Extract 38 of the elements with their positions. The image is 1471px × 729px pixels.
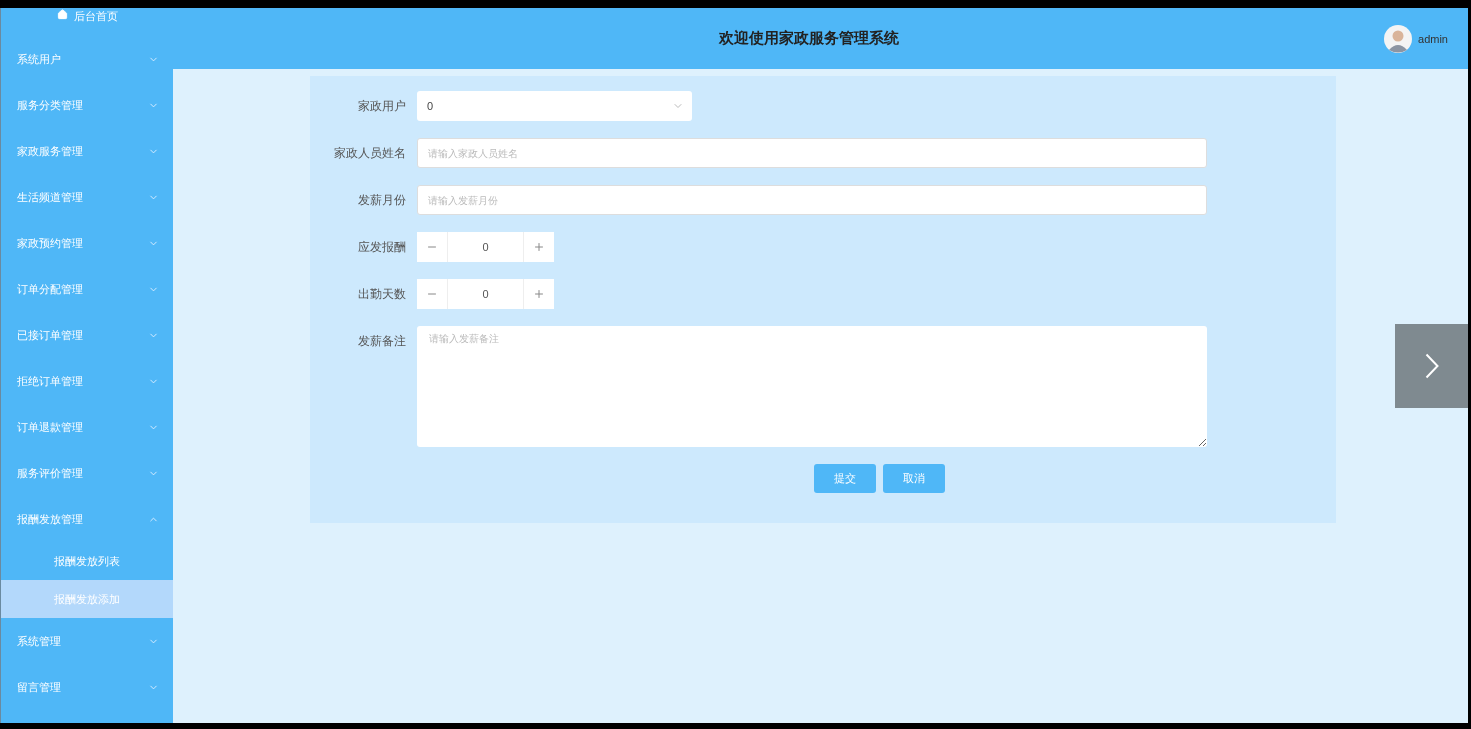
submit-button[interactable]: 提交 <box>814 464 876 493</box>
menu-item[interactable]: 报酬发放管理 <box>1 496 173 542</box>
menu-item[interactable]: 订单退款管理 <box>1 404 173 450</box>
menu-item[interactable]: 拒绝订单管理 <box>1 358 173 404</box>
plus-icon <box>533 288 545 300</box>
menu-item[interactable]: 家政服务管理 <box>1 128 173 174</box>
menu-item[interactable]: 服务评价管理 <box>1 450 173 496</box>
menu-item[interactable]: 系统用户 <box>1 36 173 82</box>
menu-item[interactable]: 系统管理 <box>1 618 173 664</box>
remarks-field[interactable]: 请输入发薪备注 <box>417 326 1207 447</box>
menu-item[interactable]: 订单分配管理 <box>1 266 173 312</box>
menu-item[interactable]: 生活频道管理 <box>1 174 173 220</box>
cancel-button[interactable]: 取消 <box>883 464 945 493</box>
page-title: 欢迎使用家政服务管理系统 <box>717 29 900 48</box>
plus-icon <box>533 241 545 253</box>
menu-item[interactable]: 已接订单管理 <box>1 312 173 358</box>
home-link[interactable]: 后台首页 <box>1 8 173 36</box>
menu-item[interactable]: 留言管理 <box>1 664 173 710</box>
menu-item[interactable]: 家政预约管理 <box>1 220 173 266</box>
field-label: 家政用户 <box>357 98 407 115</box>
field-label: 应发报酬 <box>357 239 407 256</box>
field-label: 家政人员姓名 <box>333 145 407 162</box>
user-name: admin <box>1418 32 1448 45</box>
number-stepper[interactable]: 0 <box>417 279 554 309</box>
next-button[interactable] <box>1395 324 1468 408</box>
menu-item[interactable]: 服务分类管理 <box>1 82 173 128</box>
chevron-right-icon <box>1424 353 1439 379</box>
field-label: 出勤天数 <box>357 286 407 303</box>
home-icon <box>56 9 68 20</box>
text-field[interactable]: 请输入家政人员姓名 <box>417 138 1207 168</box>
field-label: 发薪备注 <box>357 333 407 350</box>
submenu-item[interactable]: 报酬发放列表 <box>1 542 173 580</box>
field-label: 发薪月份 <box>357 192 407 209</box>
avatar-icon <box>1384 24 1413 53</box>
text-field[interactable]: 请输入发薪月份 <box>417 185 1207 215</box>
number-stepper[interactable]: 0 <box>417 232 554 262</box>
submenu-item[interactable]: 报酬发放添加 <box>1 580 173 618</box>
user-select[interactable]: 0 <box>417 91 692 121</box>
